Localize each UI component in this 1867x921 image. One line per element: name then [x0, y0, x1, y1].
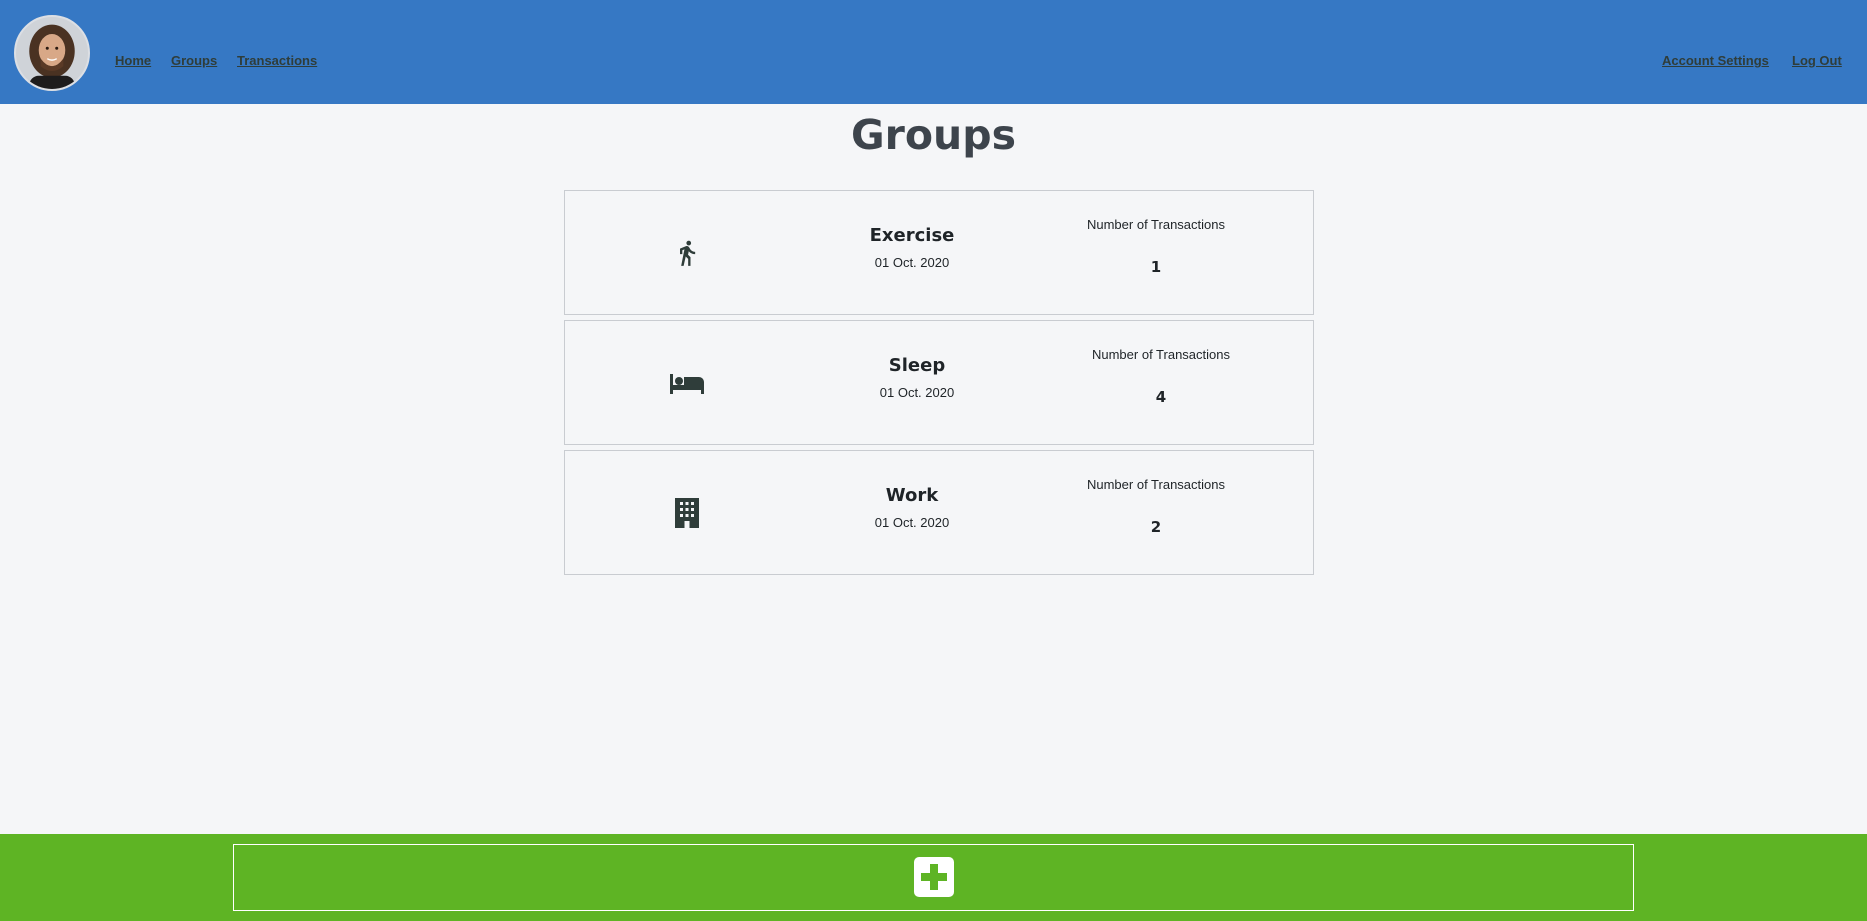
group-date: 01 Oct. 2020 [874, 515, 950, 530]
group-name: Sleep [888, 355, 946, 376]
building-icon [670, 496, 704, 530]
transactions-count: 1 [1150, 258, 1162, 276]
page-title: Groups [851, 111, 1016, 159]
group-name: Exercise [869, 225, 955, 246]
nav-home-link[interactable]: Home [115, 53, 151, 68]
group-date: 01 Oct. 2020 [879, 385, 955, 400]
transactions-label: Number of Transactions [1086, 217, 1225, 232]
top-navbar: Home Groups Transactions Account Setting… [0, 0, 1867, 104]
running-icon [670, 236, 704, 270]
transactions-count: 4 [1155, 388, 1167, 406]
add-group-button[interactable] [233, 844, 1634, 911]
bottom-action-bar [0, 834, 1867, 921]
avatar-photo [16, 17, 88, 89]
group-list: Exercise 01 Oct. 2020 Number of Transact… [564, 190, 1314, 580]
user-avatar[interactable] [14, 15, 90, 91]
plus-icon [914, 857, 954, 897]
group-name: Work [885, 485, 939, 506]
nav-transactions-link[interactable]: Transactions [237, 53, 317, 68]
group-card-work[interactable]: Work 01 Oct. 2020 Number of Transactions… [564, 450, 1314, 575]
group-card-sleep[interactable]: Sleep 01 Oct. 2020 Number of Transaction… [564, 320, 1314, 445]
group-date: 01 Oct. 2020 [874, 255, 950, 270]
nav-log-out-link[interactable]: Log Out [1792, 53, 1842, 68]
nav-groups-link[interactable]: Groups [171, 53, 217, 68]
nav-account-settings-link[interactable]: Account Settings [1662, 53, 1769, 68]
bed-icon [670, 366, 704, 400]
transactions-count: 2 [1150, 518, 1162, 536]
group-card-exercise[interactable]: Exercise 01 Oct. 2020 Number of Transact… [564, 190, 1314, 315]
transactions-label: Number of Transactions [1086, 477, 1225, 492]
transactions-label: Number of Transactions [1091, 347, 1230, 362]
